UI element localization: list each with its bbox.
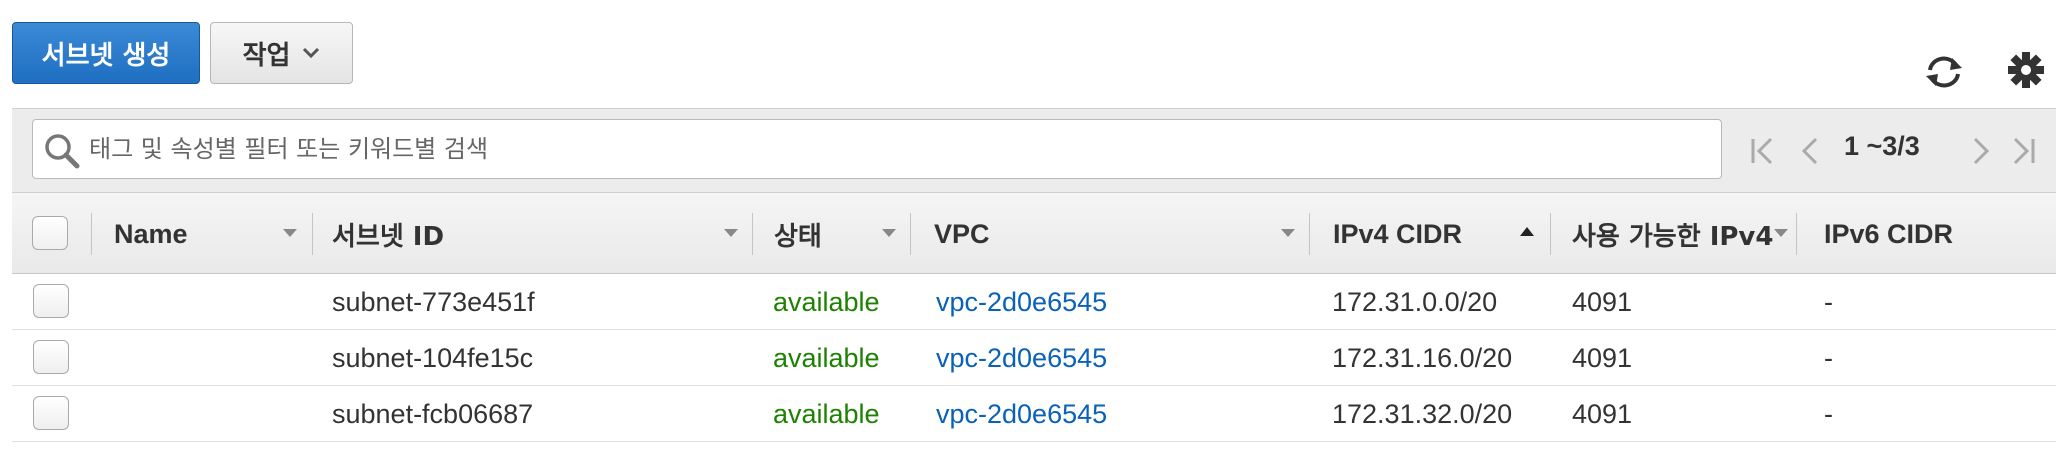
column-divider [1796,213,1797,255]
cell-state: available [773,342,880,373]
search-input[interactable] [89,126,1689,172]
column-divider [91,213,92,255]
refresh-icon [1926,56,1962,88]
cell-ipv4-cidr: 172.31.0.0/20 [1332,286,1498,317]
create-subnet-label: 서브넷 생성 [41,40,171,71]
settings-button[interactable] [2004,48,2048,92]
pagination-range: 1 ~3/3 [1844,131,1920,161]
next-page-icon [1973,137,1990,165]
toolbar: 서브넷 생성 작업 [0,0,2056,108]
last-page-button[interactable] [2008,135,2040,167]
actions-dropdown-button[interactable]: 작업 [210,22,353,84]
cell-state: available [773,286,880,317]
column-label: Name [114,218,188,249]
cell-subnet-id: subnet-104fe15c [332,342,534,373]
row-checkbox[interactable] [33,284,69,318]
cell-vpc-link[interactable]: vpc-2d0e6545 [936,330,1107,386]
row-checkbox[interactable] [33,396,69,430]
column-header-subnet-id[interactable]: 서브넷 ID [332,193,444,275]
gear-icon [2008,52,2044,88]
column-header-name[interactable]: Name [114,193,188,275]
actions-label: 작업 [242,40,291,71]
first-page-icon [1751,137,1773,165]
column-label: 서브넷 ID [332,221,445,252]
column-label: IPv6 CIDR [1824,218,1954,249]
search-box [32,119,1722,179]
table-row[interactable]: subnet-104fe15c available vpc-2d0e6545 1… [12,330,2056,386]
column-header-ipv6-cidr[interactable]: IPv6 CIDR [1824,193,1953,275]
column-header-vpc[interactable]: VPC [934,193,990,275]
column-header-state[interactable]: 상태 [774,193,822,275]
column-header-ipv4-cidr[interactable]: IPv4 CIDR [1333,193,1462,275]
create-subnet-button[interactable]: 서브넷 생성 [12,22,200,84]
cell-vpc-link[interactable]: vpc-2d0e6545 [936,274,1107,330]
cell-ipv6-cidr: - [1824,342,1833,373]
search-icon [43,132,81,170]
select-all-checkbox[interactable] [32,216,68,250]
column-divider [752,213,753,255]
sort-caret-icon[interactable] [283,229,297,237]
sort-ascending-icon[interactable] [1520,227,1534,236]
filter-bar: 1 ~3/3 [12,108,2056,192]
cell-ipv6-cidr: - [1824,398,1833,429]
prev-page-button[interactable] [1794,135,1826,167]
row-checkbox[interactable] [33,340,69,374]
sort-caret-icon[interactable] [1774,229,1788,237]
chevron-down-icon [303,47,320,59]
last-page-icon [2013,137,2035,165]
column-label: 사용 가능한 IPv4 [1572,221,1774,252]
sort-caret-icon[interactable] [1281,229,1295,237]
cell-ipv4-cidr: 172.31.16.0/20 [1332,342,1513,373]
cell-subnet-id: subnet-fcb06687 [332,398,534,429]
column-divider [312,213,313,255]
cell-available-ipv4: 4091 [1572,286,1633,317]
table-row[interactable]: subnet-773e451f available vpc-2d0e6545 1… [12,274,2056,330]
prev-page-icon [1801,137,1818,165]
next-page-button[interactable] [1965,135,1997,167]
column-header-available-ipv4[interactable]: 사용 가능한 IPv4 [1572,193,1773,275]
column-label: 상태 [774,221,822,252]
table-header: Name 서브넷 ID 상태 VPC IPv4 CIDR 사용 가능한 IPv4… [12,192,2056,274]
cell-available-ipv4: 4091 [1572,398,1633,429]
column-divider [1550,213,1551,255]
sort-caret-icon[interactable] [724,229,738,237]
refresh-button[interactable] [1920,50,1968,94]
column-label: VPC [934,218,990,249]
cell-ipv6-cidr: - [1824,286,1833,317]
cell-vpc-link[interactable]: vpc-2d0e6545 [936,386,1107,442]
column-divider [1309,213,1310,255]
table-row[interactable]: subnet-fcb06687 available vpc-2d0e6545 1… [12,386,2056,442]
column-divider [910,213,911,255]
cell-available-ipv4: 4091 [1572,342,1633,373]
column-label: IPv4 CIDR [1333,218,1463,249]
sort-caret-icon[interactable] [882,229,896,237]
cell-subnet-id: subnet-773e451f [332,286,535,317]
cell-state: available [773,398,880,429]
cell-ipv4-cidr: 172.31.32.0/20 [1332,398,1513,429]
first-page-button[interactable] [1746,135,1778,167]
